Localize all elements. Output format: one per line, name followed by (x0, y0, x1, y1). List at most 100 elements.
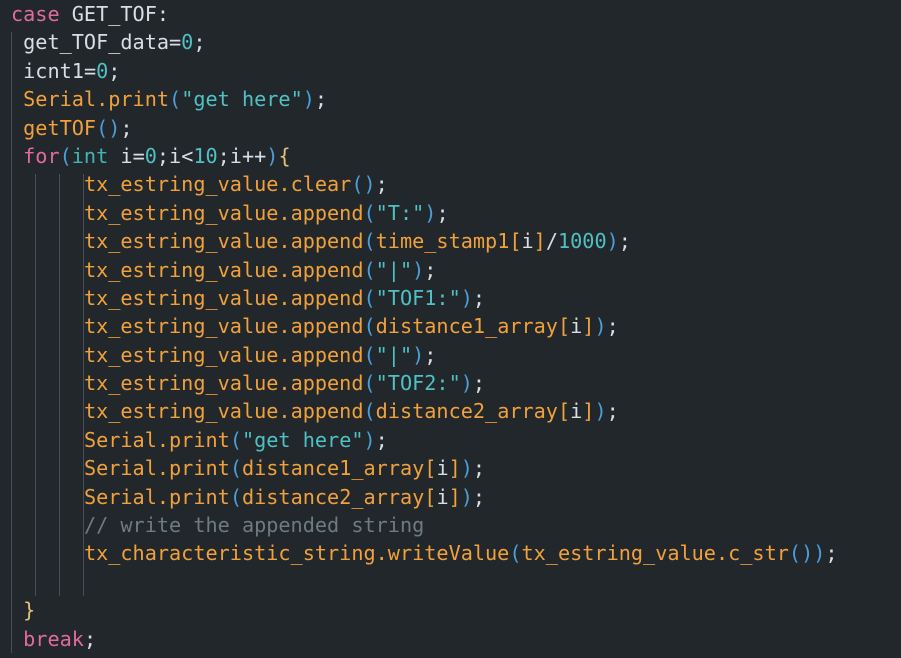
code-editor-pane[interactable]: case GET_TOF: get_TOF_data=0; icnt1=0; S… (0, 0, 901, 658)
code-token-function: print (169, 456, 230, 481)
code-token-identifier_orange: . (278, 257, 291, 282)
code-token-default: i (108, 143, 133, 168)
code-token-paren_blue: ) (460, 484, 473, 509)
code-token-identifier_orange: . (278, 314, 291, 339)
code-line[interactable]: icnt1=0; (0, 57, 901, 85)
code-token-identifier_orange: time_stamp1 (375, 229, 510, 254)
code-token-string: "TOF2:" (375, 371, 461, 396)
code-line[interactable]: Serial.print("get here"); (0, 426, 901, 454)
code-token-string: "T:" (375, 200, 425, 225)
code-token-paren_blue: ( (59, 143, 72, 168)
code-line[interactable]: tx_estring_value.append("TOF2:"); (0, 369, 901, 397)
code-token-default (60, 2, 72, 26)
code-line[interactable]: tx_estring_value.append(time_stamp1[i]/1… (0, 227, 901, 255)
code-token-paren_blue: ( (363, 257, 376, 282)
code-line[interactable]: tx_characteristic_string.writeValue(tx_e… (0, 539, 901, 567)
code-token-default: i (570, 314, 583, 339)
code-line[interactable]: tx_estring_value.clear(); (0, 170, 901, 198)
code-token-brace_yellow: { (278, 143, 291, 168)
code-token-identifier_orange: distance2_array (375, 399, 558, 424)
code-token-punctuation: = (169, 30, 182, 55)
code-line[interactable]: ​ (0, 568, 901, 596)
code-token-identifier_orange: . (156, 484, 170, 509)
code-token-brace_yellow: } (23, 598, 36, 623)
code-line[interactable]: break; (0, 625, 901, 653)
code-line[interactable]: Serial.print(distance1_array[i]); (0, 454, 901, 482)
code-token-paren_blue: ( (363, 200, 376, 225)
code-token-function: print (169, 427, 230, 452)
code-token-function: append (290, 314, 364, 339)
code-token-paren_blue: ( (96, 115, 109, 140)
code-token-identifier_orange: distance2_array (241, 484, 425, 509)
code-line[interactable]: Serial.print("get here"); (0, 85, 901, 113)
code-token-punctuation: ; (825, 541, 838, 566)
code-token-punctuation: = (83, 58, 97, 83)
code-token-identifier_orange: . (278, 399, 291, 424)
code-line[interactable]: tx_estring_value.append(distance1_array[… (0, 312, 901, 340)
code-token-identifier_orange: ] (533, 229, 546, 254)
code-token-punctuation: ; (606, 399, 619, 424)
code-token-identifier_orange: tx_estring_value (83, 257, 279, 282)
code-token-punctuation: ; (314, 87, 328, 112)
code-token-paren_blue: ( (363, 229, 376, 254)
code-token-paren_blue: ( (229, 456, 242, 481)
code-token-paren_blue: ( (363, 399, 376, 424)
code-token-identifier_orange: [ (557, 314, 571, 339)
code-token-function: print (108, 87, 170, 112)
code-token-keyword: for (23, 143, 60, 168)
code-line[interactable]: tx_estring_value.append(distance2_array[… (0, 397, 901, 425)
code-token-paren_blue: ( (351, 172, 364, 197)
code-token-identifier_orange: . (278, 285, 291, 310)
code-token-function: print (169, 484, 230, 509)
code-line[interactable]: for(int i=0;i<10;i++){ (0, 142, 901, 170)
code-token-identifier_orange: ] (582, 314, 595, 339)
code-token-string: "get here" (181, 87, 303, 112)
code-token-paren_blue: ( (509, 541, 522, 566)
code-line[interactable]: // write the appended string (0, 511, 901, 539)
code-token-string: "|" (375, 257, 413, 282)
code-token-paren_blue: ( (363, 342, 376, 367)
code-token-identifier_orange: [ (424, 484, 437, 509)
code-line[interactable]: case GET_TOF: (0, 0, 901, 28)
code-line[interactable]: get_TOF_data=0; (0, 28, 901, 56)
code-line[interactable]: tx_estring_value.append("TOF1:"); (0, 284, 901, 312)
code-line[interactable]: } (0, 596, 901, 624)
code-token-string: "|" (375, 342, 413, 367)
code-token-identifier_orange: . (278, 371, 291, 396)
code-line[interactable]: Serial.print(distance2_array[i]); (0, 483, 901, 511)
code-token-punctuation: / (545, 229, 558, 254)
code-token-function: append (290, 285, 364, 310)
code-token-punctuation: ; (108, 58, 121, 83)
code-token-keyword: case (11, 2, 60, 26)
code-token-punctuation: ; (472, 371, 486, 396)
source-code-block[interactable]: case GET_TOF: get_TOF_data=0; icnt1=0; S… (0, 0, 901, 653)
code-line[interactable]: tx_estring_value.append("|"); (0, 256, 901, 284)
code-token-identifier_orange: Serial (83, 484, 157, 509)
code-token-identifier_orange: tx_estring_value (83, 200, 279, 225)
code-token-identifier_orange: tx_estring_value (521, 541, 716, 566)
code-token-identifier_orange: ] (448, 484, 461, 509)
code-token-paren_blue: ) (606, 229, 619, 254)
code-token-default: icnt1 (23, 58, 84, 83)
code-token-number: 10 (193, 143, 218, 168)
code-line[interactable]: getTOF(); (0, 114, 901, 142)
code-token-function: append (290, 399, 364, 424)
code-line[interactable]: tx_estring_value.append("T:"); (0, 199, 901, 227)
code-line[interactable]: tx_estring_value.append("|"); (0, 341, 901, 369)
code-token-identifier_orange: tx_estring_value (83, 371, 279, 396)
code-token-paren_blue: ) (412, 257, 425, 282)
code-token-paren_blue: ) (412, 342, 425, 367)
code-token-identifier_orange: Serial (23, 87, 97, 112)
code-token-punctuation: = (132, 143, 145, 168)
code-token-paren_blue: ( (363, 285, 376, 310)
code-token-identifier_orange: distance1_array (375, 314, 558, 339)
code-token-identifier_orange: . (278, 200, 291, 225)
code-token-identifier_orange: [ (509, 229, 522, 254)
